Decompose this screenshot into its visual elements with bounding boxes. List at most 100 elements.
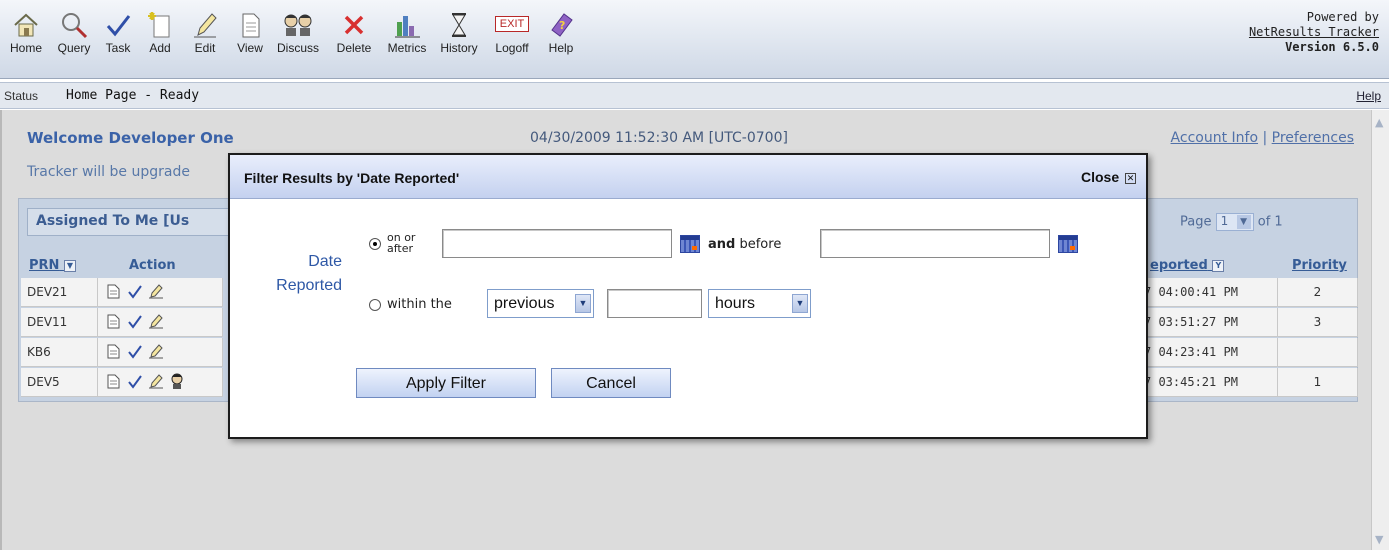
checkmark-icon xyxy=(100,10,136,40)
link-separator: | xyxy=(1262,130,1268,146)
x-icon xyxy=(331,10,377,40)
view-icon[interactable] xyxy=(107,314,120,333)
add-button[interactable]: Add xyxy=(142,10,178,55)
reported-cell: 7 04:00:41 PM xyxy=(1139,278,1278,307)
action-cell xyxy=(98,338,223,367)
prn-cell[interactable]: KB6 xyxy=(21,338,98,367)
column-header-prn[interactable]: PRN ▼ xyxy=(29,258,76,273)
datetime-display: 04/30/2009 11:52:30 AM [UTC-0700] xyxy=(530,130,788,146)
calendar-icon[interactable] xyxy=(680,235,700,253)
edit-icon[interactable] xyxy=(148,374,164,393)
and-before-label: and before xyxy=(708,237,782,252)
close-button[interactable]: Close ✕ xyxy=(1081,169,1136,185)
scroll-down-icon[interactable]: ▼ xyxy=(1375,533,1383,546)
prn-cell[interactable]: DEV11 xyxy=(21,308,98,337)
filter-icon[interactable]: Y xyxy=(1212,259,1225,272)
metrics-button[interactable]: Metrics xyxy=(384,10,430,55)
status-bar: Status Home Page - Ready Help xyxy=(0,82,1389,109)
exit-text: EXIT xyxy=(494,16,530,32)
discuss-button[interactable]: Discuss xyxy=(274,10,322,55)
edit-icon[interactable] xyxy=(148,314,164,333)
radio-within-the[interactable] xyxy=(369,299,381,311)
edit-icon[interactable] xyxy=(148,344,164,363)
view-icon[interactable] xyxy=(107,374,120,393)
column-header-priority[interactable]: Priority xyxy=(1292,258,1347,273)
edit-button[interactable]: Edit xyxy=(187,10,223,55)
page-select[interactable]: 1 ▼ xyxy=(1215,213,1254,231)
radio-on-or-after[interactable] xyxy=(369,238,381,250)
people-icon xyxy=(274,10,322,40)
document-icon xyxy=(232,10,268,40)
version-label: Version 6.5.0 xyxy=(1285,40,1379,54)
welcome-heading: Welcome Developer One xyxy=(27,129,234,147)
scroll-up-icon[interactable]: ▲ xyxy=(1375,116,1383,129)
task-icon[interactable] xyxy=(127,344,143,363)
reported-cell: 7 04:23:41 PM xyxy=(1139,338,1278,367)
filter-dialog: Filter Results by 'Date Reported' Close … xyxy=(228,153,1148,439)
within-the-label: within the xyxy=(387,297,452,312)
prn-cell[interactable]: DEV5 xyxy=(21,368,98,397)
chevron-down-icon: ▼ xyxy=(792,294,808,313)
reported-cell: 7 03:45:21 PM xyxy=(1139,368,1278,397)
delete-button[interactable]: Delete xyxy=(331,10,377,55)
house-icon xyxy=(8,10,44,40)
query-button[interactable]: Query xyxy=(52,10,96,55)
chevron-down-icon: ▼ xyxy=(575,294,591,313)
vertical-scrollbar[interactable]: ▲ ▼ xyxy=(1371,110,1389,550)
discuss-icon[interactable] xyxy=(170,373,184,393)
account-links: Account Info | Preferences xyxy=(1171,130,1354,146)
status-label: Status xyxy=(4,89,39,103)
account-info-link[interactable]: Account Info xyxy=(1171,130,1258,146)
edit-icon[interactable] xyxy=(148,284,164,303)
bar-chart-icon xyxy=(384,10,430,40)
chevron-down-icon: ▼ xyxy=(1236,215,1251,229)
hourglass-icon xyxy=(436,10,482,40)
svg-text:?: ? xyxy=(559,19,565,32)
priority-cell xyxy=(1278,338,1358,367)
before-input[interactable] xyxy=(820,229,1050,258)
priority-cell: 1 xyxy=(1278,368,1358,397)
history-button[interactable]: History xyxy=(436,10,482,55)
view-icon[interactable] xyxy=(107,344,120,363)
dialog-title: Filter Results by 'Date Reported' xyxy=(244,170,460,186)
help-book-icon: ? xyxy=(538,10,584,40)
home-button[interactable]: Home xyxy=(8,10,44,55)
task-icon[interactable] xyxy=(127,314,143,333)
task-icon[interactable] xyxy=(127,284,143,303)
help-button[interactable]: ? Help xyxy=(538,10,584,55)
sort-icon[interactable]: ▼ xyxy=(63,259,76,272)
column-header-reported[interactable]: eported Y xyxy=(1150,258,1225,273)
amount-input[interactable] xyxy=(607,289,702,318)
task-button[interactable]: Task xyxy=(100,10,136,55)
logoff-button[interactable]: EXIT Logoff xyxy=(488,10,536,55)
powered-by: Powered by NetResults Tracker Version 6.… xyxy=(1248,10,1379,54)
unit-select[interactable]: hours ▼ xyxy=(708,289,811,318)
priority-cell: 3 xyxy=(1278,308,1358,337)
task-icon[interactable] xyxy=(127,374,143,393)
view-icon[interactable] xyxy=(107,284,120,303)
column-header-action: Action xyxy=(129,258,176,273)
action-cell xyxy=(98,278,223,307)
view-button[interactable]: View xyxy=(232,10,268,55)
product-link[interactable]: NetResults Tracker xyxy=(1249,25,1379,40)
prn-cell[interactable]: DEV21 xyxy=(21,278,98,307)
cancel-button[interactable]: Cancel xyxy=(551,368,671,398)
upgrade-notice: Tracker will be upgrade xyxy=(27,164,190,180)
on-or-after-input[interactable] xyxy=(442,229,672,258)
pencil-icon xyxy=(187,10,223,40)
priority-cell: 2 xyxy=(1278,278,1358,307)
status-help-link[interactable]: Help xyxy=(1356,89,1381,103)
panel-title: Assigned To Me [Us xyxy=(36,213,190,229)
close-icon[interactable]: ✕ xyxy=(1125,172,1136,184)
date-reported-label: Date Reported xyxy=(276,253,342,294)
on-or-after-label: on or after xyxy=(387,231,416,255)
apply-filter-button[interactable]: Apply Filter xyxy=(356,368,536,398)
action-cell xyxy=(98,308,223,337)
preferences-link[interactable]: Preferences xyxy=(1272,130,1354,146)
magnifier-icon xyxy=(52,10,96,40)
calendar-icon[interactable] xyxy=(1058,235,1078,253)
status-text: Home Page - Ready xyxy=(66,88,200,103)
direction-select[interactable]: previous ▼ xyxy=(487,289,594,318)
reported-cell: 7 03:51:27 PM xyxy=(1139,308,1278,337)
add-document-icon xyxy=(142,10,178,40)
